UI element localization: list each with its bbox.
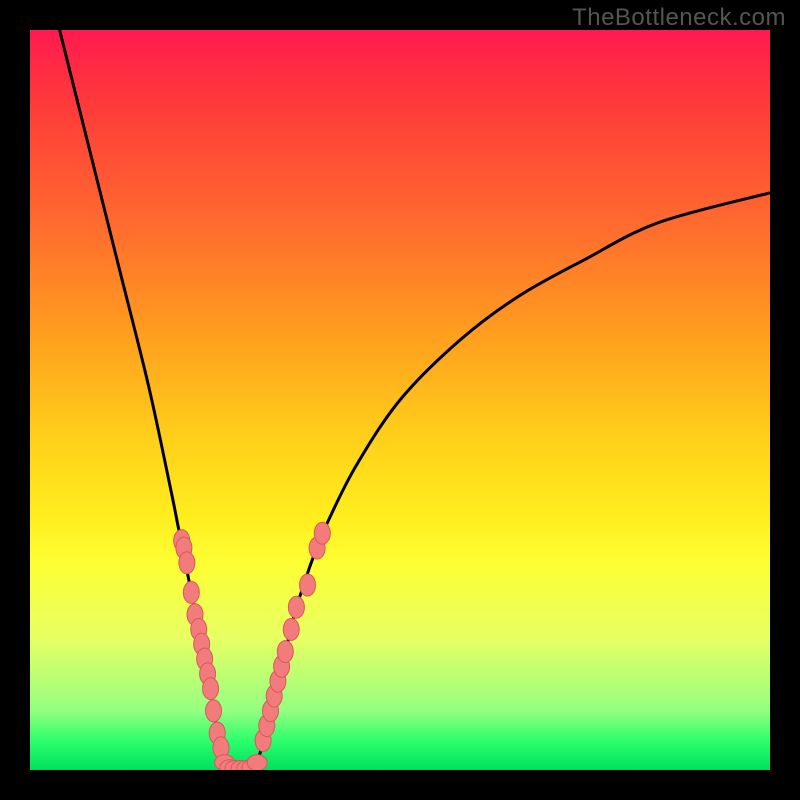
chart-frame: TheBottleneck.com (0, 0, 800, 800)
data-marker (247, 755, 267, 770)
chart-svg (30, 30, 770, 770)
data-marker (179, 552, 195, 574)
data-marker (283, 618, 299, 640)
bottleneck-curve (60, 30, 770, 770)
data-markers (174, 522, 331, 770)
data-marker (183, 581, 199, 603)
data-marker (288, 596, 304, 618)
data-marker (277, 641, 293, 663)
data-marker (206, 700, 222, 722)
data-marker (203, 678, 219, 700)
plot-area (30, 30, 770, 770)
data-marker (300, 574, 316, 596)
data-marker (314, 522, 330, 544)
watermark-text: TheBottleneck.com (572, 4, 786, 32)
